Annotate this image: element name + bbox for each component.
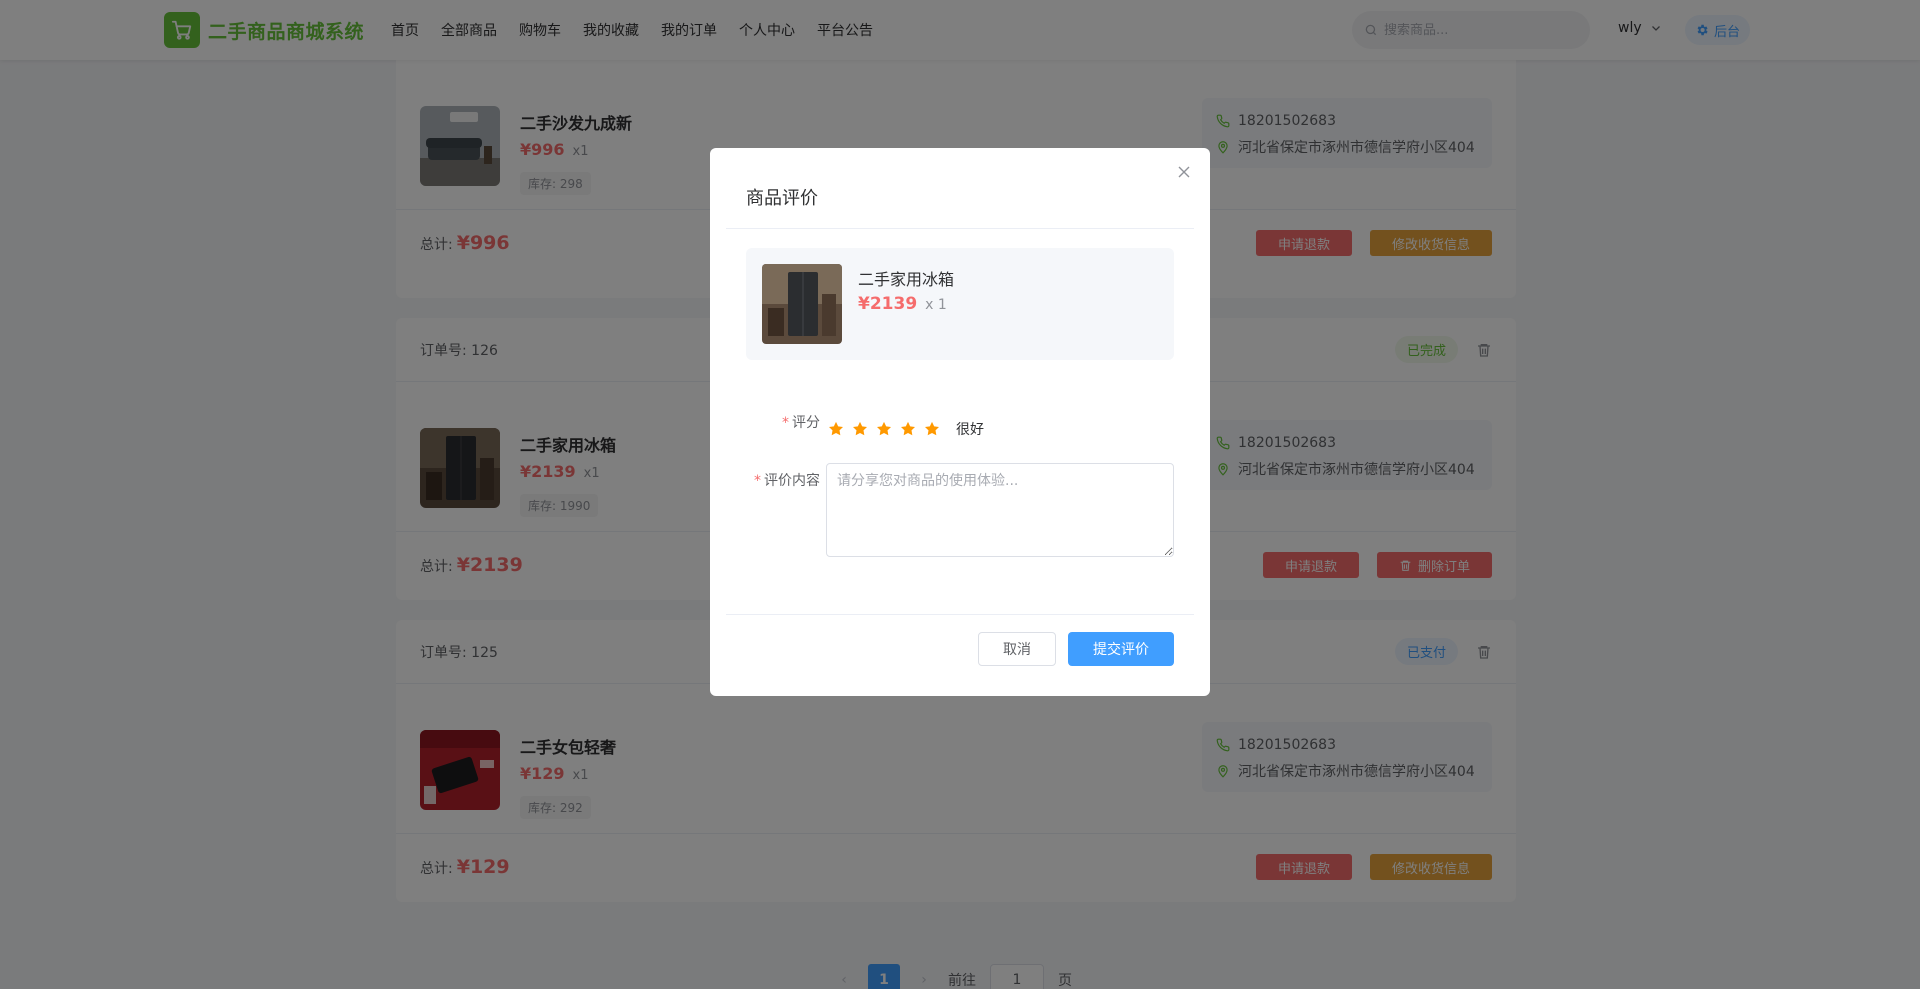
star-icon[interactable]: [850, 419, 870, 439]
review-product-price: ¥2139 x 1: [858, 294, 947, 314]
submit-review-button[interactable]: 提交评价: [1068, 632, 1174, 666]
review-product-summary: 二手家用冰箱 ¥2139 x 1: [746, 248, 1174, 360]
required-mark: *: [754, 473, 761, 489]
cancel-button[interactable]: 取消: [978, 632, 1056, 666]
rating-text: 很好: [956, 422, 984, 438]
price-value: ¥2139: [858, 294, 918, 314]
dialog-title: 商品评价: [746, 188, 818, 209]
rating-label-text: 评分: [792, 415, 820, 431]
dialog-footer-divider: [726, 614, 1194, 615]
review-content-input[interactable]: [826, 463, 1174, 557]
rating-label: * 评分: [710, 412, 820, 432]
star-rating[interactable]: 很好: [826, 419, 984, 439]
star-icon[interactable]: [826, 419, 846, 439]
dialog-divider: [726, 228, 1194, 229]
review-content-label-text: 评价内容: [764, 473, 820, 489]
review-product-name: 二手家用冰箱: [858, 270, 955, 289]
star-icon[interactable]: [898, 419, 918, 439]
required-mark: *: [782, 415, 789, 431]
star-icon[interactable]: [874, 419, 894, 439]
review-dialog: 商品评价 二手家用冰箱 ¥2139 x 1 * 评分 很好 * 评价内容 请分享…: [710, 148, 1210, 696]
review-product-quantity: x 1: [925, 297, 947, 313]
product-thumbnail-fridge: [762, 264, 842, 344]
close-icon[interactable]: [1174, 162, 1194, 182]
star-icon[interactable]: [922, 419, 942, 439]
review-content-label: * 评价内容: [710, 470, 820, 490]
